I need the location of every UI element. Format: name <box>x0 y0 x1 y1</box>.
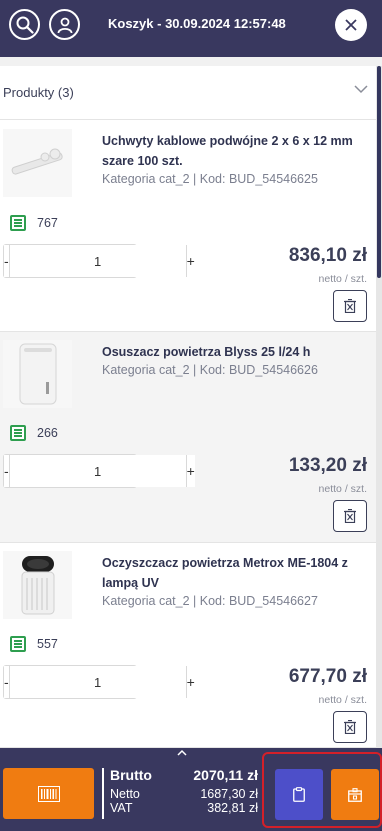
search-button[interactable] <box>9 9 40 40</box>
product-price: 836,10 zł <box>288 245 367 266</box>
header-spacer <box>0 57 382 66</box>
page-title: Koszyk - 30.09.2024 12:57:48 <box>108 16 286 31</box>
product-name[interactable]: Oczyszczacz powietrza Metrox ME-1804 z l… <box>102 553 372 593</box>
barcode-icon <box>37 785 60 802</box>
product-name[interactable]: Uchwyty kablowe podwójne 2 x 6 x 12 mm s… <box>102 131 372 171</box>
vat-value: 382,81 zł <box>207 801 258 815</box>
netto-value: 1687,30 zł <box>200 787 258 801</box>
cable-clip-image <box>11 148 63 175</box>
product-price: 677,70 zł <box>288 666 367 687</box>
scrollbar[interactable] <box>376 66 382 748</box>
chevron-up-icon[interactable] <box>176 749 188 757</box>
delete-icon <box>344 720 356 734</box>
product-item: Osuszacz powietrza Blyss 25 l/24 h Kateg… <box>0 332 376 543</box>
barcode-scan-button[interactable] <box>3 768 94 819</box>
delete-button[interactable] <box>333 290 367 322</box>
quantity-input[interactable] <box>8 455 187 487</box>
stock-value: 557 <box>37 637 58 651</box>
clipboard-icon <box>293 787 305 802</box>
quantity-input[interactable] <box>8 666 187 698</box>
product-image <box>3 551 72 619</box>
product-image <box>3 340 72 408</box>
divider <box>102 768 104 819</box>
delete-icon <box>344 509 356 523</box>
product-meta: Kategoria cat_2 | Kod: BUD_54546626 <box>102 363 318 377</box>
products-section-header[interactable]: Produkty (3) <box>0 66 376 120</box>
close-icon <box>345 19 357 31</box>
product-meta: Kategoria cat_2 | Kod: BUD_54546625 <box>102 172 318 186</box>
section-title: Produkty (3) <box>3 85 74 100</box>
dehumidifier-image <box>19 343 56 405</box>
quantity-stepper: - + <box>3 665 195 699</box>
air-purifier-image <box>21 556 54 615</box>
price-unit: netto / szt. <box>318 483 367 495</box>
price-unit: netto / szt. <box>318 273 367 285</box>
user-icon <box>57 17 72 33</box>
product-item: Uchwyty kablowe podwójne 2 x 6 x 12 mm s… <box>0 121 376 332</box>
header-bar: Koszyk - 30.09.2024 12:57:48 <box>0 0 382 57</box>
stock-icon <box>10 425 26 441</box>
delete-button[interactable] <box>333 711 367 743</box>
price-unit: netto / szt. <box>318 694 367 706</box>
delete-button[interactable] <box>333 500 367 532</box>
clipboard-button[interactable] <box>275 769 323 820</box>
search-icon <box>16 16 34 34</box>
chevron-down-icon <box>354 85 368 94</box>
save-cart-button[interactable] <box>331 769 379 820</box>
vat-label: VAT <box>110 801 133 815</box>
quantity-stepper: - + <box>3 244 195 278</box>
quantity-stepper: - + <box>3 454 195 488</box>
quantity-input[interactable] <box>8 245 187 277</box>
netto-label: Netto <box>110 787 140 801</box>
product-price: 133,20 zł <box>288 455 367 476</box>
qty-plus-button[interactable]: + <box>186 666 195 698</box>
stock-icon <box>10 636 26 652</box>
stock-value: 266 <box>37 426 58 440</box>
stock-value: 767 <box>37 216 58 230</box>
product-meta: Kategoria cat_2 | Kod: BUD_54546627 <box>102 594 318 608</box>
qty-plus-button[interactable]: + <box>186 245 195 277</box>
stock-icon <box>10 215 26 231</box>
scrollbar-thumb[interactable] <box>377 66 381 278</box>
cart-box-icon <box>348 787 362 802</box>
user-button[interactable] <box>49 9 80 40</box>
qty-plus-button[interactable]: + <box>186 455 195 487</box>
close-button[interactable] <box>335 9 367 41</box>
delete-icon <box>344 299 356 313</box>
brutto-label: Brutto <box>110 767 152 783</box>
product-item: Oczyszczacz powietrza Metrox ME-1804 z l… <box>0 543 376 748</box>
product-name[interactable]: Osuszacz powietrza Blyss 25 l/24 h <box>102 342 372 362</box>
product-image <box>3 129 72 197</box>
brutto-value: 2070,11 zł <box>193 767 258 783</box>
